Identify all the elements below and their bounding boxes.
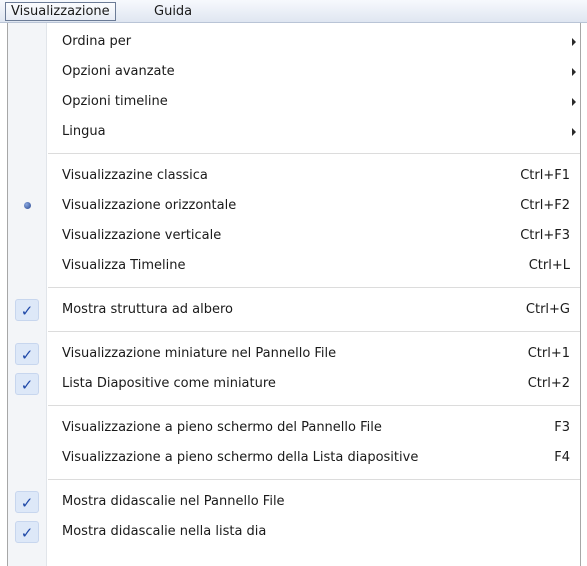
dropdown-menu-visualizzazione: Ordina per Opzioni avanzate Opzioni time… [7,23,581,566]
menu-item-shortcut: F3 [554,420,570,435]
menu-item-label: Visualizzazione miniature nel Pannello F… [62,346,337,361]
submenu-arrow-icon [572,128,576,136]
menu-item-pieno-schermo-lista-diapositive[interactable]: Visualizzazione a pieno schermo della Li… [8,443,580,473]
submenu-arrow-icon [572,98,576,106]
menu-item-label: Opzioni timeline [62,94,168,109]
menu-item-label: Visualizza Timeline [62,258,186,273]
checkmark-icon: ✓ [15,521,39,543]
checkmark-icon: ✓ [15,343,39,365]
menu-item-label: Opzioni avanzate [62,64,175,79]
menu-item-label: Lista Diapositive come miniature [62,376,276,391]
menu-item-label: Mostra didascalie nella lista dia [62,524,267,539]
menu-item-label: Visualizzazione orizzontale [62,198,237,213]
menu-separator [48,405,580,407]
menu-separator [48,479,580,481]
menu-item-shortcut: Ctrl+F2 [520,198,570,213]
menu-item-label: Ordina per [62,34,132,49]
menu-item-visualizzazione-orizzontale[interactable]: Visualizzazione orizzontale Ctrl+F2 [8,191,580,221]
menu-item-pieno-schermo-pannello-file[interactable]: Visualizzazione a pieno schermo del Pann… [8,413,580,443]
radio-bullet-icon [15,195,39,217]
menu-item-shortcut: Ctrl+2 [527,376,570,391]
checkmark-icon: ✓ [15,299,39,321]
menu-item-label: Mostra didascalie nel Pannello File [62,494,285,509]
menu-item-visualizzazione-verticale[interactable]: Visualizzazione verticale Ctrl+F3 [8,221,580,251]
menu-separator [48,153,580,155]
menubar-item-visualizzazione[interactable]: Visualizzazione [5,2,116,21]
submenu-arrow-icon [572,68,576,76]
menu-item-label: Visualizzazione verticale [62,228,222,243]
menu-item-lingua[interactable]: Lingua [8,117,580,147]
menu-separator [48,331,580,333]
menu-item-visualizza-timeline[interactable]: Visualizza Timeline Ctrl+L [8,251,580,281]
menu-bar: Visualizzazione Guida [0,0,587,23]
menu-item-didascalie-lista-dia[interactable]: ✓ Mostra didascalie nella lista dia [8,517,580,547]
menu-item-shortcut: Ctrl+F3 [520,228,570,243]
menu-item-miniature-pannello-file[interactable]: ✓ Visualizzazione miniature nel Pannello… [8,339,580,369]
menu-item-label: Mostra struttura ad albero [62,302,234,317]
checkmark-icon: ✓ [15,491,39,513]
menu-item-opzioni-avanzate[interactable]: Opzioni avanzate [8,57,580,87]
menu-item-shortcut: Ctrl+1 [527,346,570,361]
submenu-arrow-icon [572,38,576,46]
menu-item-shortcut: Ctrl+L [528,258,570,273]
menubar-item-guida[interactable]: Guida [148,2,198,21]
menu-item-label: Visualizzazione a pieno schermo del Pann… [62,420,382,435]
menu-separator [48,287,580,289]
menu-item-shortcut: Ctrl+G [525,302,570,317]
menu-item-mostra-struttura-albero[interactable]: ✓ Mostra struttura ad albero Ctrl+G [8,295,580,325]
menu-item-label: Visualizzazine classica [62,168,208,183]
menu-item-label: Visualizzazione a pieno schermo della Li… [62,450,419,465]
menu-item-opzioni-timeline[interactable]: Opzioni timeline [8,87,580,117]
menu-item-label: Lingua [62,124,106,139]
menu-item-visualizzazine-classica[interactable]: Visualizzazine classica Ctrl+F1 [8,161,580,191]
menu-item-shortcut: F4 [554,450,570,465]
menu-item-lista-diapositive-miniature[interactable]: ✓ Lista Diapositive come miniature Ctrl+… [8,369,580,399]
menu-item-didascalie-pannello-file[interactable]: ✓ Mostra didascalie nel Pannello File [8,487,580,517]
menu-item-shortcut: Ctrl+F1 [520,168,570,183]
checkmark-icon: ✓ [15,373,39,395]
menu-item-ordina-per[interactable]: Ordina per [8,27,580,57]
